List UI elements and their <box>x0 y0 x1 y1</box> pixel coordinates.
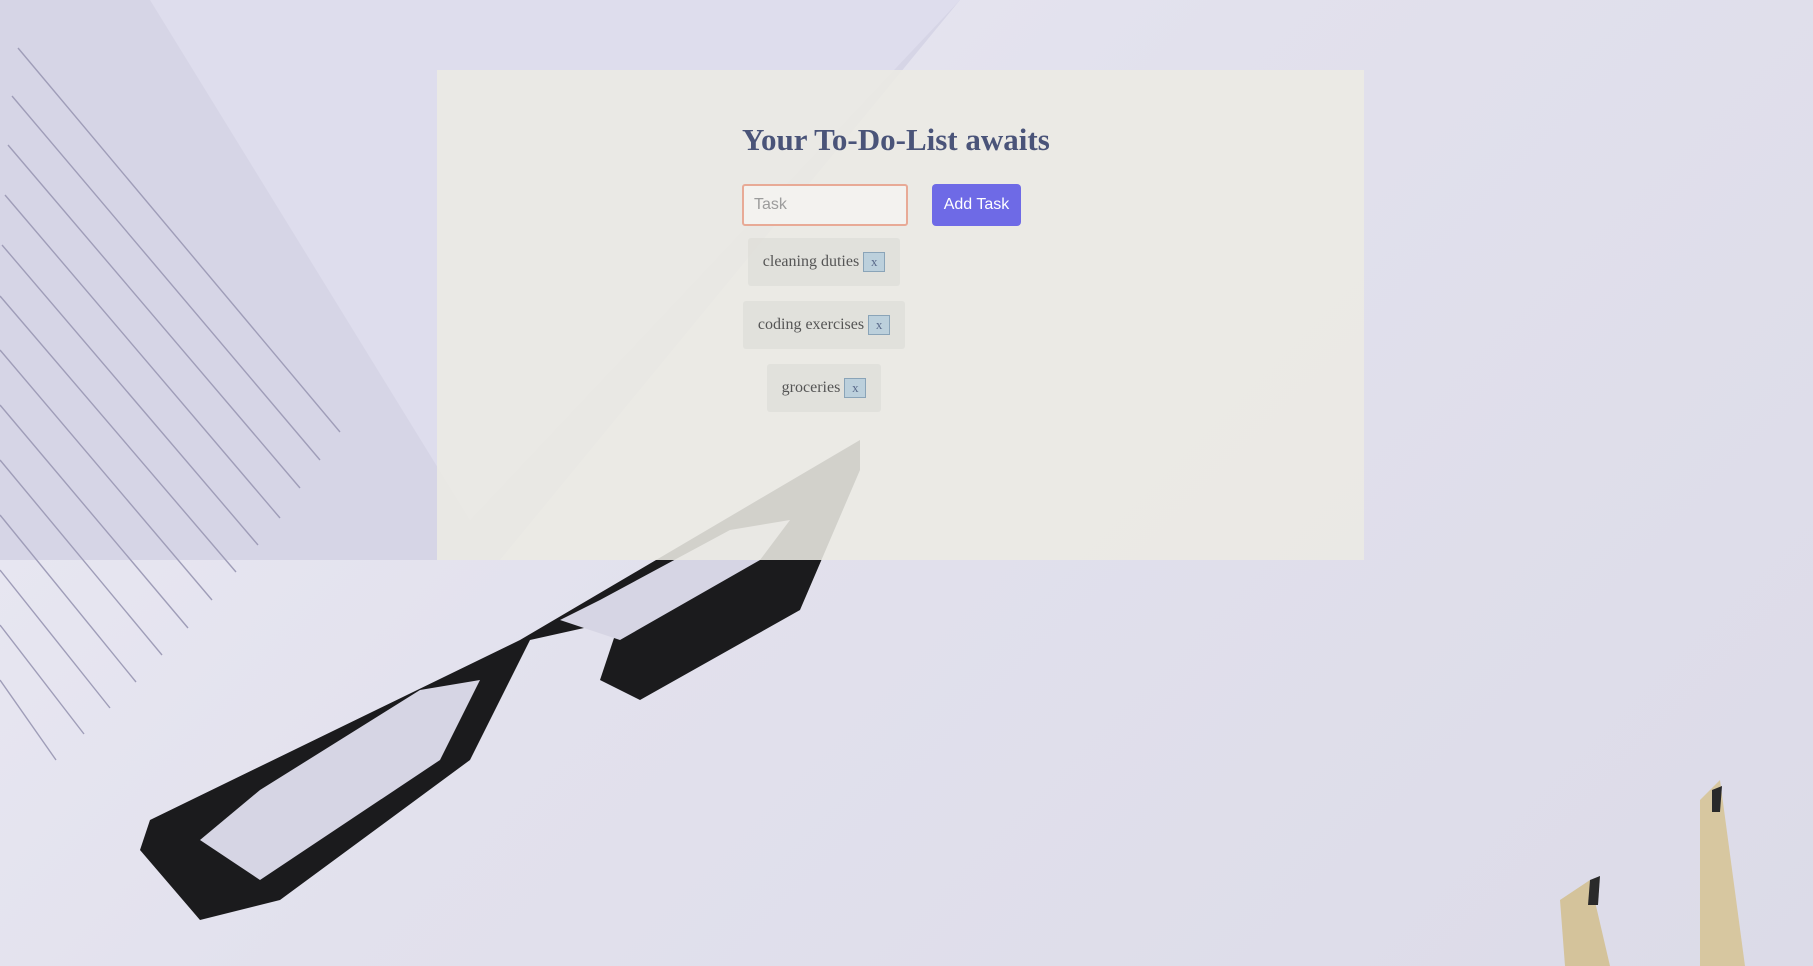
task-item: coding exercises x <box>742 301 906 349</box>
add-task-form: Add Task <box>742 184 1102 228</box>
page-title: Your To-Do-List awaits <box>742 122 1050 157</box>
remove-task-button[interactable]: x <box>844 378 867 398</box>
add-task-button[interactable]: Add Task <box>932 184 1021 226</box>
task-input[interactable] <box>742 184 908 226</box>
task-list: cleaning duties x coding exercises x gro… <box>742 238 906 412</box>
remove-task-button[interactable]: x <box>863 252 886 272</box>
task-text: groceries <box>781 379 841 396</box>
task-item: groceries x <box>766 364 882 412</box>
remove-task-button[interactable]: x <box>868 315 891 335</box>
todo-app: Your To-Do-List awaits Add Task cleaning… <box>742 118 1102 427</box>
task-item: cleaning duties x <box>747 238 901 286</box>
pencils-illustration <box>1560 780 1745 966</box>
task-text: coding exercises <box>757 316 865 333</box>
task-text: cleaning duties <box>762 253 860 270</box>
